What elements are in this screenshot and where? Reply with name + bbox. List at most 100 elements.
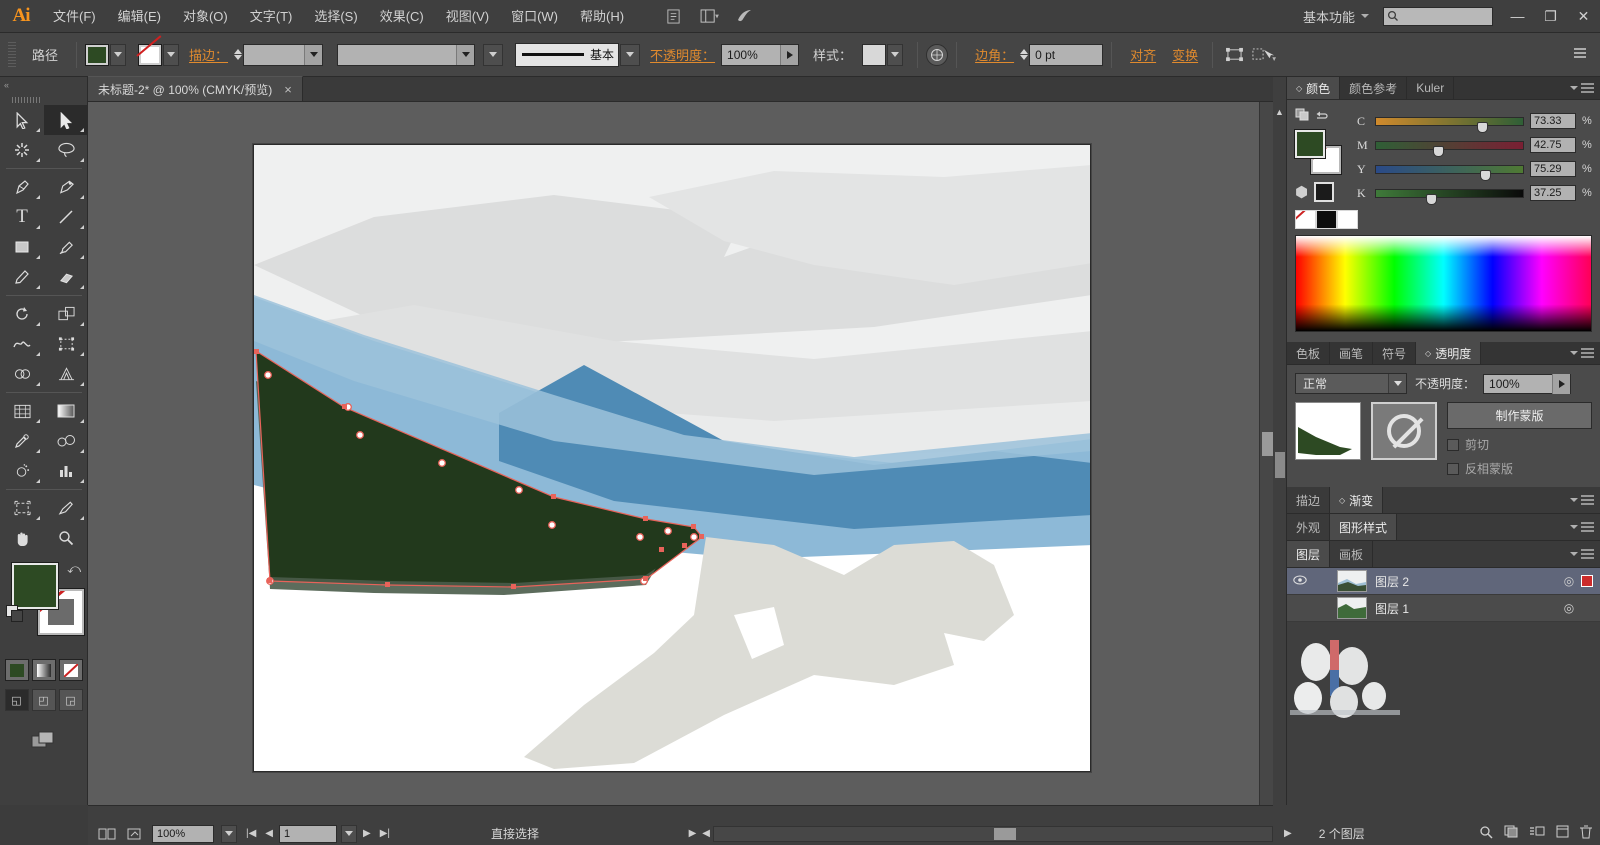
shape-builder-tool[interactable]: [0, 359, 44, 389]
tab-transparency[interactable]: ◇ 透明度: [1416, 342, 1482, 364]
color-spectrum-ramp[interactable]: [1295, 235, 1592, 332]
corner-label[interactable]: 边角：: [975, 45, 1014, 64]
close-button[interactable]: ✕: [1567, 0, 1600, 33]
isolate-selected-icon[interactable]: [1221, 43, 1247, 67]
graphic-styles-panel-menu[interactable]: [1570, 514, 1600, 540]
opacity-dropdown[interactable]: [780, 44, 799, 65]
layer-row-1[interactable]: 图层 1 ◎: [1287, 595, 1600, 622]
color-panel-menu[interactable]: [1570, 77, 1600, 99]
slider-value-y[interactable]: 75.29: [1530, 161, 1576, 177]
menu-object[interactable]: 对象(O): [172, 0, 239, 33]
width-tool[interactable]: [0, 329, 44, 359]
eye-icon[interactable]: [1287, 574, 1313, 588]
brush-swatch-dropdown[interactable]: [483, 43, 504, 66]
workspace-switcher[interactable]: 基本功能: [1293, 7, 1375, 26]
slider-value-k[interactable]: 37.25: [1530, 185, 1576, 201]
color-mode-button[interactable]: [4, 659, 29, 681]
canvas-horizontal-scrollbar[interactable]: ▶ ◀: [686, 825, 1273, 843]
restore-button[interactable]: ❐: [1534, 0, 1567, 33]
scroll-left-icon[interactable]: ◀: [699, 828, 713, 839]
search-input[interactable]: [1383, 6, 1493, 26]
slider-row-y[interactable]: Y 75.29 %: [1357, 160, 1592, 181]
paintbrush-tool[interactable]: [44, 232, 88, 262]
arrange-documents-icon[interactable]: [694, 4, 724, 28]
selection-indicator-2[interactable]: [1581, 575, 1593, 587]
tab-color-guide[interactable]: 颜色参考: [1340, 77, 1408, 99]
target-indicator-2[interactable]: ◎: [1557, 574, 1581, 588]
clip-checkbox[interactable]: [1447, 438, 1459, 451]
control-bar-grip[interactable]: [8, 41, 16, 68]
toolbar-fill-swatch[interactable]: [11, 562, 59, 610]
canvas-area[interactable]: [88, 102, 1273, 805]
tab-brushes[interactable]: 画笔: [1330, 342, 1374, 364]
align-button[interactable]: 对齐: [1130, 45, 1156, 64]
last-artboard-icon[interactable]: ▶|: [377, 828, 393, 839]
zoom-tool[interactable]: [44, 523, 88, 553]
menu-edit[interactable]: 编辑(E): [107, 0, 172, 33]
invert-mask-checkbox-row[interactable]: 反相蒙版: [1447, 460, 1592, 477]
status-expand-icon[interactable]: ▶: [686, 828, 700, 839]
slider-track-k[interactable]: [1375, 188, 1524, 205]
delete-layer-icon[interactable]: [1580, 825, 1592, 842]
tab-layers[interactable]: 图层: [1287, 541, 1331, 567]
gradient-tool[interactable]: [44, 396, 88, 426]
layers-panel-menu[interactable]: [1570, 541, 1600, 567]
previous-artboard-icon[interactable]: ◀: [262, 828, 276, 839]
make-mask-button[interactable]: 制作蒙版: [1447, 402, 1592, 429]
zoom-level-dropdown[interactable]: [221, 824, 237, 843]
transparency-artwork-thumbnail[interactable]: [1295, 402, 1361, 460]
opacity-label[interactable]: 不透明度：: [650, 45, 715, 64]
none-mode-button[interactable]: [58, 659, 83, 681]
direct-selection-tool[interactable]: [44, 105, 88, 135]
hscroll-track[interactable]: [713, 825, 1273, 842]
slider-knob-k[interactable]: [1425, 193, 1437, 205]
blend-mode-dropdown[interactable]: [1388, 374, 1406, 393]
type-tool[interactable]: T: [0, 202, 44, 232]
create-new-sublayer-icon[interactable]: [1529, 825, 1545, 842]
lasso-tool[interactable]: [44, 135, 88, 165]
symbol-sprayer-tool[interactable]: [0, 456, 44, 486]
selection-tool[interactable]: [0, 105, 44, 135]
perspective-grid-tool[interactable]: [44, 359, 88, 389]
slider-value-m[interactable]: 42.75: [1530, 137, 1576, 153]
brush-definition-combo[interactable]: 基本: [515, 42, 620, 67]
out-of-gamut-icon[interactable]: ⬢: [1295, 183, 1308, 201]
close-icon[interactable]: ×: [284, 82, 292, 97]
control-bar-menu[interactable]: [1574, 46, 1600, 64]
layer-name-1[interactable]: 图层 1: [1375, 600, 1557, 617]
black-swatch[interactable]: [1316, 210, 1337, 229]
color-panel-fill-swatch[interactable]: [1294, 129, 1326, 159]
hand-tool[interactable]: [0, 523, 44, 553]
stroke-weight-stepper[interactable]: [234, 49, 243, 60]
scrollbar-thumb[interactable]: [1262, 432, 1273, 456]
graphic-style-dropdown[interactable]: [887, 43, 904, 66]
slider-track-c[interactable]: [1375, 116, 1524, 133]
select-similar-icon[interactable]: [1247, 43, 1281, 67]
slider-knob-c[interactable]: [1477, 121, 1489, 133]
tab-gradient[interactable]: ◇ 渐变: [1330, 487, 1384, 513]
clip-checkbox-row[interactable]: 剪切: [1447, 436, 1592, 453]
target-indicator-1[interactable]: ◎: [1557, 601, 1581, 615]
stroke-weight-dropdown[interactable]: [304, 44, 323, 65]
zoom-level-combo[interactable]: 100%: [152, 824, 214, 843]
tab-color[interactable]: ◇ 颜色: [1287, 77, 1341, 99]
slider-row-k[interactable]: K 37.25 %: [1357, 184, 1592, 205]
slider-value-c[interactable]: 73.33: [1530, 113, 1576, 129]
menu-type[interactable]: 文字(T): [239, 0, 304, 33]
tools-panel-collapse[interactable]: «: [0, 77, 87, 93]
brush-definition-dropdown[interactable]: [620, 43, 641, 66]
panel-rail[interactable]: ▲: [1273, 77, 1287, 805]
menu-help[interactable]: 帮助(H): [569, 0, 635, 33]
tab-stroke[interactable]: 描边: [1287, 487, 1331, 513]
tab-graphic-styles[interactable]: 图形样式: [1330, 514, 1398, 540]
free-transform-tool[interactable]: [44, 329, 88, 359]
pen-tool[interactable]: [0, 172, 44, 202]
opacity-field[interactable]: 100%: [721, 43, 800, 66]
document-tab[interactable]: 未标题-2* @ 100% (CMYK/预览) ×: [88, 76, 303, 101]
last-color-swatch[interactable]: [1314, 182, 1335, 202]
slider-knob-y[interactable]: [1480, 169, 1492, 181]
slider-track-m[interactable]: [1375, 140, 1524, 157]
transform-button[interactable]: 变换: [1172, 45, 1198, 64]
artboard-number-field[interactable]: 1: [279, 824, 337, 843]
mesh-tool[interactable]: [0, 396, 44, 426]
